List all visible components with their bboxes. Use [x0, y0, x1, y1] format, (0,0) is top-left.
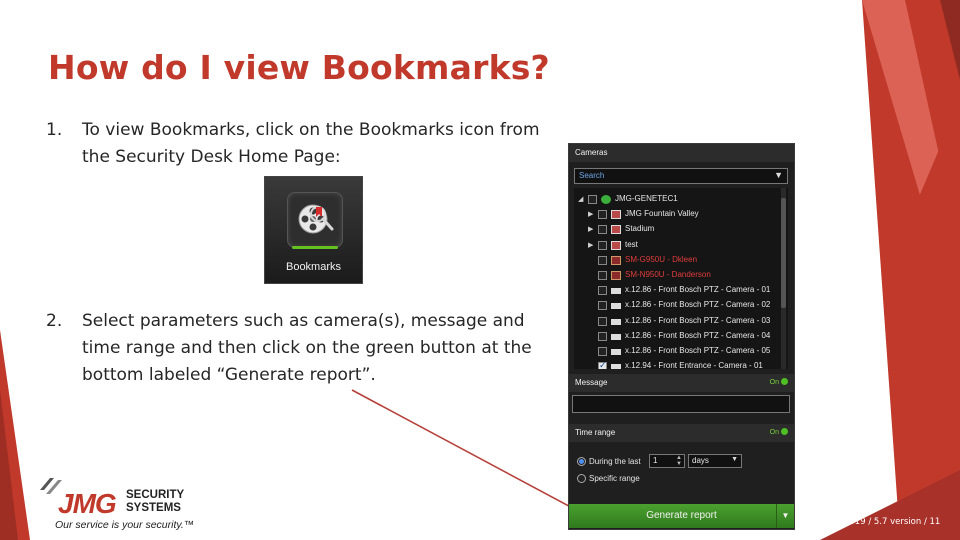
tree-item[interactable]: ◢ JMG-GENETEC1: [574, 192, 788, 207]
site-icon: [611, 210, 621, 220]
site-icon: [611, 225, 621, 235]
step-1: 1. To view Bookmarks, click on the Bookm…: [46, 117, 566, 171]
tree-checkbox[interactable]: [598, 225, 607, 235]
step-text: To view Bookmarks, click on the Bookmark…: [82, 120, 540, 167]
phone-icon: [611, 255, 621, 265]
tree-item-label: x.12.94 - Front Entrance - Camera - 01: [625, 361, 763, 369]
tree-item-label: x.12.86 - Front Bosch PTZ - Camera - 03: [625, 315, 771, 325]
tree-item-label: x.12.86 - Front Bosch PTZ - Camera - 04: [625, 330, 771, 340]
phone-icon: [611, 271, 621, 280]
stepper-arrows-icon: ▲ ▼: [676, 455, 682, 467]
tree-item[interactable]: ▶ JMG Fountain Valley: [574, 207, 788, 222]
cam-icon: [611, 333, 621, 340]
tree-checkbox[interactable]: [598, 210, 607, 220]
logo-tagline: Our service is your security.™: [55, 519, 195, 531]
expand-arrow-icon[interactable]: ▶: [588, 241, 593, 249]
tree-checkbox[interactable]: [598, 271, 607, 280]
time-range-header: Time range On: [569, 424, 794, 442]
tree-item-label: x.12.86 - Front Bosch PTZ - Camera - 01: [625, 285, 771, 295]
step-2: 2. Select parameters such as camera(s), …: [46, 308, 566, 389]
time-range-options: During the last 1 ▲ ▼ days ▼ Specific ran…: [569, 442, 794, 502]
chevron-down-icon: ▼: [731, 456, 738, 463]
cam-icon: [611, 303, 621, 310]
step-number: 1.: [46, 120, 63, 140]
bookmarks-label: Bookmarks: [285, 261, 342, 273]
jmg-logo: JMG SECURITY SYSTEMS Our service is your …: [40, 478, 200, 534]
camera-search-input[interactable]: Search ▼: [574, 168, 788, 184]
cam-icon: [611, 364, 621, 369]
tree-item[interactable]: x.12.86 - Front Bosch PTZ - Camera - 03: [574, 314, 788, 329]
tree-item[interactable]: x.12.86 - Front Bosch PTZ - Camera - 01: [574, 283, 788, 298]
tree-item-label: SM-N950U - Danderson: [625, 270, 711, 279]
tree-item[interactable]: ▶ test: [574, 238, 788, 253]
tree-item[interactable]: x.12.86 - Front Bosch PTZ - Camera - 04: [574, 329, 788, 344]
tree-item-label: Stadium: [625, 224, 655, 234]
specific-range-label: Specific range: [589, 474, 640, 483]
tree-item-label: x.12.86 - Front Bosch PTZ - Camera - 02: [625, 300, 771, 310]
tree-item[interactable]: x.12.86 - Front Bosch PTZ - Camera - 02: [574, 298, 788, 313]
message-input[interactable]: [572, 395, 790, 413]
site-icon: [611, 240, 621, 250]
tree-item-label: SM-G950U - Dkleen: [625, 254, 698, 264]
tree-item-label: test: [625, 239, 638, 249]
tree-checkbox[interactable]: [598, 240, 607, 250]
tree-item[interactable]: x.12.86 - Front Bosch PTZ - Camera - 05: [574, 344, 788, 359]
slide-title: How do I view Bookmarks?: [48, 48, 550, 87]
bookmarks-query-panel: Cameras Search ▼ ◢ JMG-GENETEC1 ▶ JMG Fount…: [568, 143, 795, 530]
tree-item[interactable]: x.12.94 - Front Entrance - Camera - 01: [574, 359, 788, 369]
cam-icon: [611, 318, 621, 325]
during-last-label: During the last: [589, 457, 641, 466]
toggle-on-icon: [781, 378, 788, 385]
cam-icon: [611, 349, 621, 355]
collapse-triangle-icon[interactable]: ◢: [578, 195, 583, 203]
tree-item-label: JMG Fountain Valley: [625, 209, 699, 219]
generate-report-button[interactable]: Generate report ▼: [569, 504, 794, 528]
bookmarks-tile[interactable]: Bookmarks: [264, 176, 363, 284]
tree-item-label: x.12.86 - Front Bosch PTZ - Camera - 05: [625, 346, 771, 355]
logo-wordmark: SECURITY SYSTEMS: [126, 489, 185, 514]
step-text: Select parameters such as camera(s), mes…: [82, 311, 532, 385]
tree-checkbox[interactable]: [598, 360, 607, 369]
toggle-on-icon: [781, 428, 788, 435]
time-unit-select[interactable]: days ▼: [688, 454, 742, 468]
tree-checkbox[interactable]: [598, 316, 607, 326]
tree-checkbox[interactable]: [598, 255, 607, 265]
tree-checkbox[interactable]: [598, 331, 607, 341]
during-last-radio[interactable]: [577, 457, 586, 466]
message-header: Message On: [569, 374, 794, 392]
globe-icon: [601, 195, 611, 204]
logo-brand: JMG: [58, 488, 117, 519]
time-range-toggle[interactable]: On: [770, 428, 788, 436]
message-toggle[interactable]: On: [770, 378, 788, 386]
during-last-stepper[interactable]: 1 ▲ ▼: [649, 454, 685, 468]
tree-item-label: JMG-GENETEC1: [615, 194, 678, 203]
slide-footer: July 2019 / 5.7 version / 11: [826, 517, 941, 527]
expand-arrow-icon[interactable]: ▶: [588, 210, 593, 218]
tree-checkbox[interactable]: [598, 347, 607, 356]
chevron-down-icon[interactable]: ▼: [776, 504, 794, 528]
tree-item[interactable]: SM-G950U - Dkleen: [574, 253, 788, 268]
cameras-header: Cameras: [569, 144, 794, 162]
step-number: 2.: [46, 311, 63, 331]
cam-icon: [611, 288, 621, 295]
tree-checkbox[interactable]: [598, 301, 607, 311]
filter-icon[interactable]: ▼: [774, 170, 783, 180]
callout-arrow-line: [351, 389, 581, 513]
tree-checkbox[interactable]: [588, 195, 597, 204]
expand-arrow-icon[interactable]: ▶: [588, 225, 593, 233]
camera-tree: ◢ JMG-GENETEC1 ▶ JMG Fountain Valley ▶ Stadiu…: [574, 188, 788, 369]
tree-item[interactable]: SM-N950U - Danderson: [574, 268, 788, 283]
specific-range-radio[interactable]: [577, 474, 586, 483]
tree-checkbox[interactable]: [598, 286, 607, 296]
tree-item[interactable]: ▶ Stadium: [574, 222, 788, 237]
film-reel-magnifier-icon: [287, 192, 343, 249]
